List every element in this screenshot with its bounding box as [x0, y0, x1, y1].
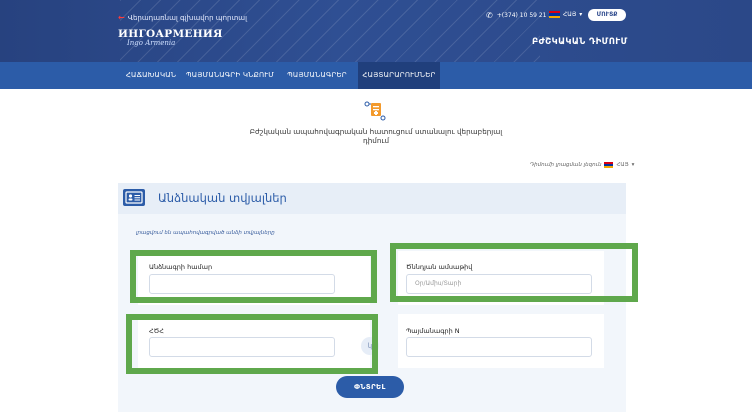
form-language-selector[interactable]: Դիմումի լրացման լեզուն ՀԱՅ ▾	[530, 162, 634, 168]
site-header: ← Վերադառնալ գլխավոր պորտալ ИНГОАРМЕНИЯ …	[0, 0, 752, 62]
logo-line2: Ingo Armenia	[127, 39, 176, 47]
form-note: լրացվում են ապահովագրված անձի տվյալները	[136, 230, 275, 236]
doctor-call-title: ԲԺՇԿԱԿԱՆ ԴԻՄՈՒՄ	[532, 37, 628, 47]
phone-icon: ✆	[486, 11, 493, 20]
armenian-flag-icon	[549, 11, 560, 18]
page-title: Բժշկական ապահովագրական հատուցում ստանալո…	[249, 127, 503, 145]
phone-contact[interactable]: ✆ +(374) 10 59 21 21	[486, 11, 556, 20]
back-link-label: Վերադառնալ գլխավոր պորտալ	[127, 13, 247, 22]
highlight-passport	[130, 250, 377, 303]
logo[interactable]: ИНГОАРМЕНИЯ Ingo Armenia	[118, 28, 223, 47]
login-button[interactable]: ՄՈՒՏՔ	[588, 9, 626, 21]
card-header: Անձնական տվյալներ	[118, 183, 626, 214]
medical-document-icon	[364, 101, 386, 121]
language-selector[interactable]: ՀԱՅ ▾	[549, 11, 582, 18]
contract-number-input[interactable]	[406, 337, 592, 357]
language-label: ՀԱՅ	[563, 11, 577, 18]
chevron-down-icon: ▾	[631, 162, 635, 168]
search-button[interactable]: ՓՆՏՐԵԼ	[336, 376, 404, 398]
form-language-label: Դիմումի լրացման լեզուն	[530, 162, 602, 168]
nav-item-contracts[interactable]: ՊԱՅՄԱՆԱԳՐԵՐ	[276, 62, 358, 89]
back-to-portal-link[interactable]: ← Վերադառնալ գլխավոր պորտալ	[118, 13, 247, 22]
nav-item-applications[interactable]: ՀԱՅՏԱՐԱՐՈՒՄՆԵՐ	[358, 62, 440, 89]
nav-item-clients[interactable]: ՀԱՃԱԽԱԿԱՆ	[118, 62, 184, 89]
main-nav: ՀԱՃԱԽԱԿԱՆ ՊԱՅՄԱՆԱԳՐԻ ԿՆՔՈՒՄ ՊԱՅՄԱՆԱԳՐԵՐ …	[0, 62, 752, 89]
contract-number-label: Պայմանագրի N	[406, 327, 460, 335]
chevron-down-icon: ▾	[579, 11, 583, 18]
nav-item-contract-signing[interactable]: ՊԱՅՄԱՆԱԳՐԻ ԿՆՔՈՒՄ	[184, 62, 276, 89]
armenian-flag-icon	[604, 162, 614, 168]
highlight-ssn	[126, 314, 378, 374]
highlight-birth-date	[390, 243, 638, 302]
section-title: Անձնական տվյալներ	[158, 191, 287, 205]
id-card-icon	[123, 189, 145, 206]
phone-number: +(374) 10 59 21 21	[496, 12, 557, 19]
form-language-value: ՀԱՅ	[616, 162, 629, 168]
back-arrow-icon: ←	[118, 13, 125, 22]
